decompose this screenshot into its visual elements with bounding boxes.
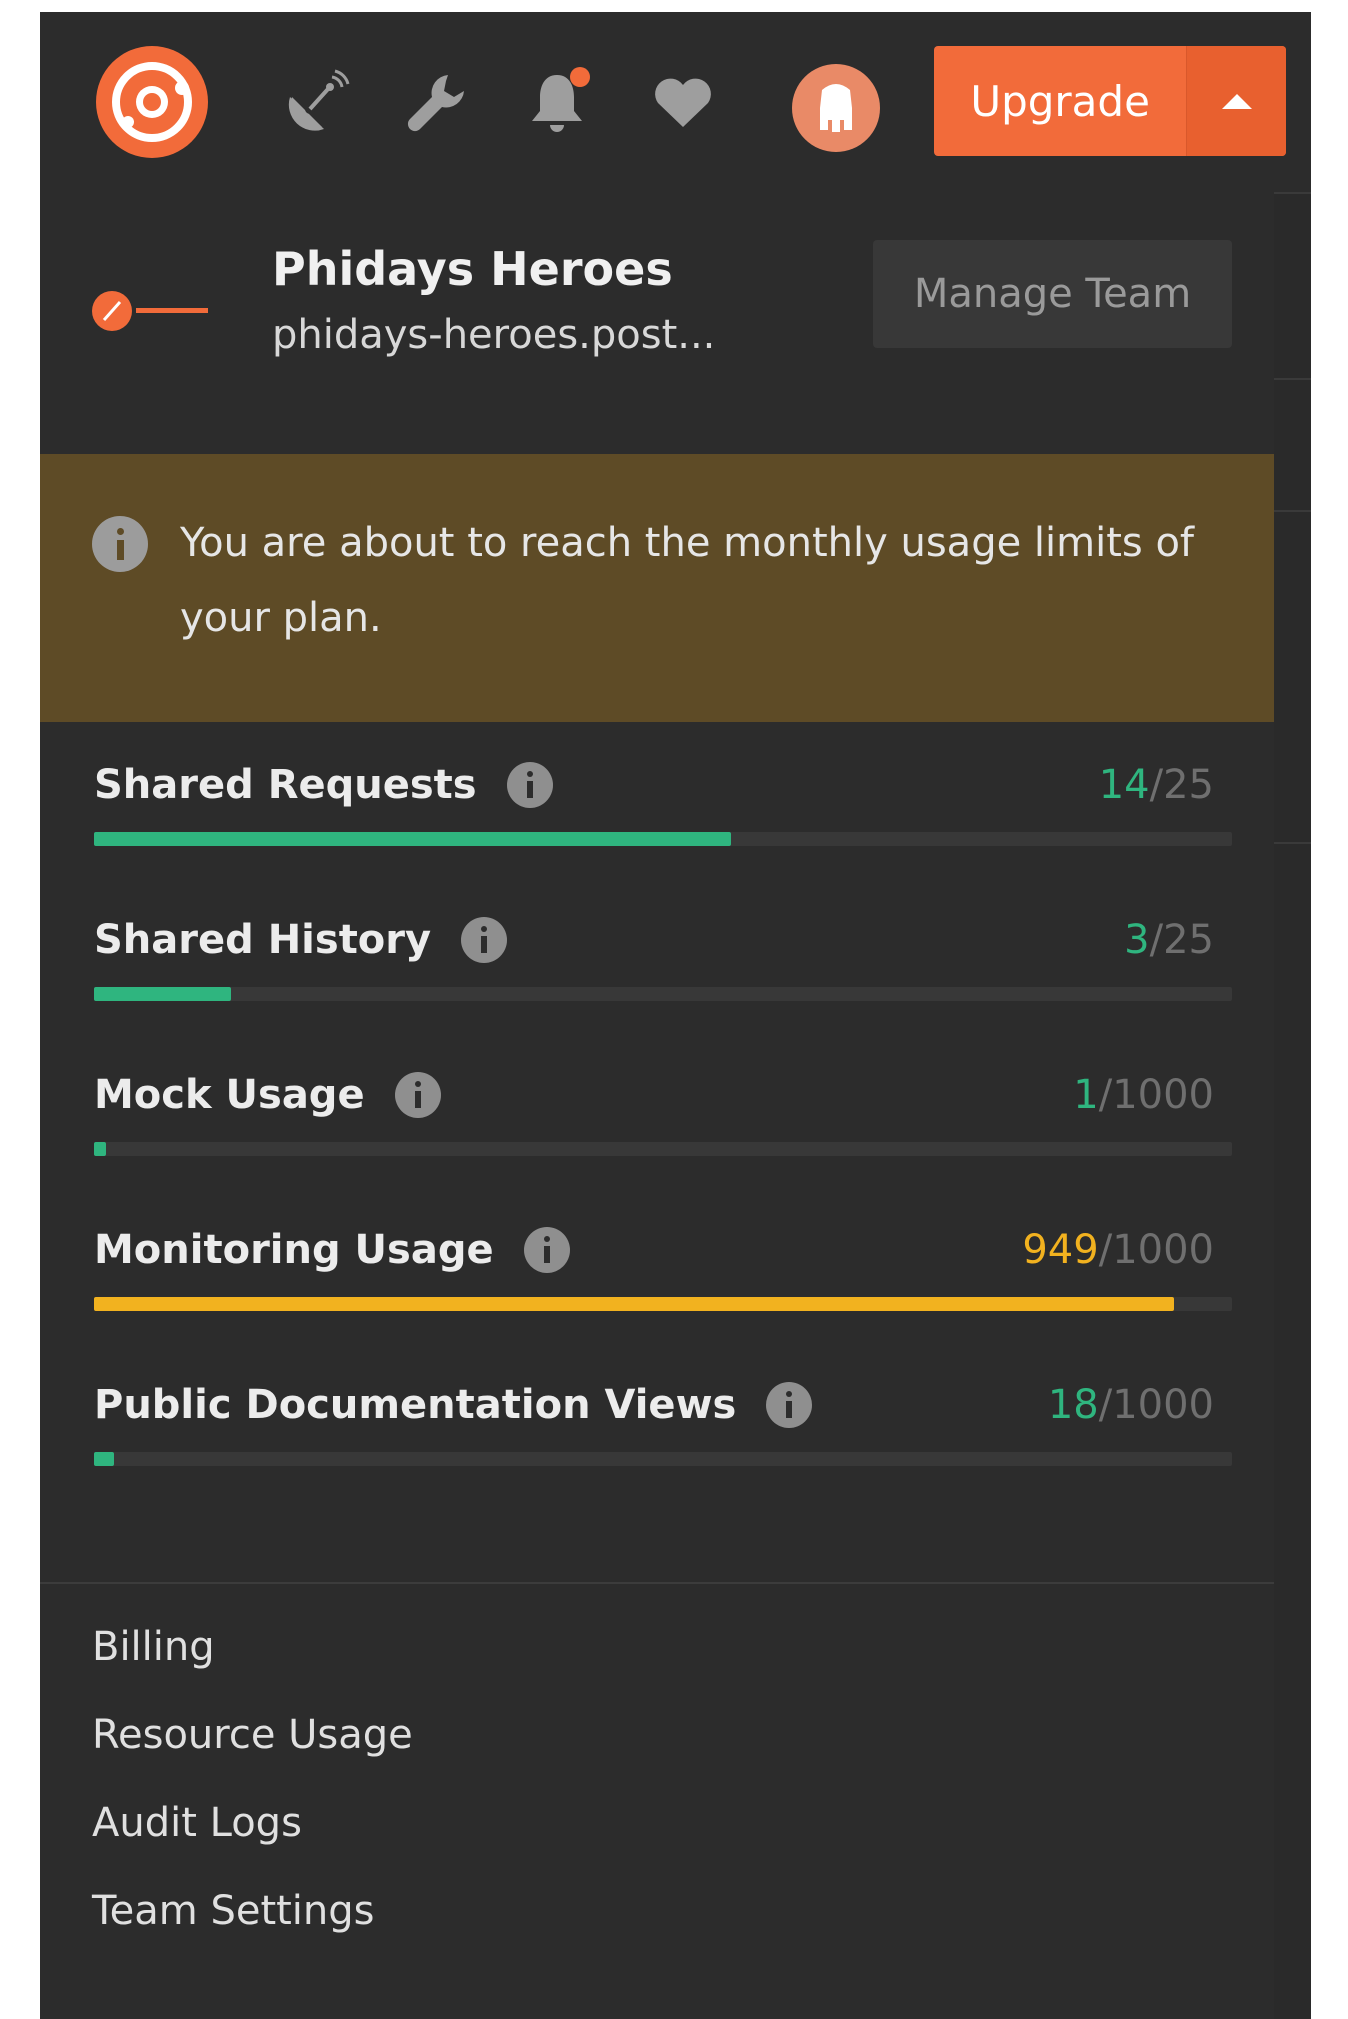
usage-used: 14 [1098, 762, 1150, 808]
usage-label: Public Documentation Views [94, 1382, 813, 1428]
team-header: Phidays Heroes phidays-heroes.post... Ma… [40, 182, 1274, 454]
postman-app-window: Upgrade Phidays Heroes phidays-heroes.po… [40, 12, 1311, 2019]
usage-warning-banner: You are about to reach the monthly usage… [40, 454, 1274, 722]
usage-count: 14/25 [1099, 762, 1214, 808]
usage-count: 18/1000 [1048, 1382, 1214, 1428]
warning-text: You are about to reach the monthly usage… [180, 520, 1195, 641]
usage-row: Monitoring Usage 949/1000 [40, 1187, 1274, 1342]
header-toolbar: Upgrade [40, 12, 1311, 182]
usage-progress-track [94, 832, 1232, 846]
info-icon[interactable] [766, 1382, 813, 1428]
info-icon [92, 516, 148, 572]
usage-progress-fill [94, 1142, 106, 1156]
usage-progress-track [94, 987, 1232, 1001]
usage-limit: /1000 [1098, 1072, 1214, 1118]
menu-item-billing[interactable]: Billing [92, 1624, 215, 1670]
usage-used: 1 [1073, 1072, 1099, 1118]
satellite-icon[interactable] [280, 67, 350, 137]
menu-item-resource-usage[interactable]: Resource Usage [92, 1712, 413, 1758]
usage-limit: /25 [1149, 762, 1214, 808]
usage-label-text: Mock Usage [94, 1072, 365, 1118]
menu-item-team-settings[interactable]: Team Settings [92, 1888, 375, 1934]
usage-progress-track [94, 1452, 1232, 1466]
menu-item-audit-logs[interactable]: Audit Logs [92, 1800, 302, 1846]
usage-label-text: Public Documentation Views [94, 1382, 737, 1428]
info-icon[interactable] [461, 917, 508, 963]
usage-count: 949/1000 [1022, 1227, 1214, 1273]
usage-progress-fill [94, 1297, 1174, 1311]
wrench-icon[interactable] [402, 67, 472, 137]
usage-progress-fill [94, 1452, 115, 1466]
upgrade-button[interactable]: Upgrade [934, 46, 1286, 156]
usage-limit: /25 [1149, 917, 1214, 963]
usage-row: Shared History 3/25 [40, 877, 1274, 1032]
upgrade-label: Upgrade [970, 76, 1150, 126]
info-icon[interactable] [394, 1072, 441, 1118]
usage-count: 1/1000 [1073, 1072, 1214, 1118]
usage-label-text: Shared History [94, 917, 432, 963]
info-icon[interactable] [523, 1227, 570, 1273]
team-dropdown-panel: Phidays Heroes phidays-heroes.post... Ma… [40, 182, 1274, 2019]
usage-used: 18 [1047, 1382, 1099, 1428]
usage-used: 949 [1022, 1227, 1099, 1273]
usage-label: Shared History [94, 917, 508, 963]
postman-logo-icon[interactable] [96, 46, 208, 158]
caret-up-icon[interactable] [1186, 46, 1286, 156]
usage-limit: /1000 [1098, 1382, 1214, 1428]
usage-count: 3/25 [1124, 917, 1214, 963]
usage-row: Shared Requests 14/25 [40, 722, 1274, 877]
usage-label-text: Shared Requests [94, 762, 477, 808]
usage-label: Shared Requests [94, 762, 553, 808]
usage-row: Mock Usage 1/1000 [40, 1032, 1274, 1187]
usage-row: Public Documentation Views 18/1000 [40, 1342, 1274, 1497]
manage-team-button[interactable]: Manage Team [873, 240, 1232, 348]
notification-badge [570, 67, 590, 87]
usage-progress-track [94, 1297, 1232, 1311]
usage-limit: /1000 [1098, 1227, 1214, 1273]
usage-label: Monitoring Usage [94, 1227, 570, 1273]
info-icon[interactable] [506, 762, 553, 808]
user-avatar-icon[interactable] [792, 64, 880, 152]
usage-progress-fill [94, 832, 732, 846]
bell-icon[interactable] [522, 67, 592, 137]
usage-progress-track [94, 1142, 1232, 1156]
usage-progress-fill [94, 987, 231, 1001]
usage-label-text: Monitoring Usage [94, 1227, 494, 1273]
usage-used: 3 [1124, 917, 1150, 963]
team-name: Phidays Heroes [272, 242, 673, 296]
heart-icon[interactable] [648, 67, 718, 137]
team-url: phidays-heroes.post... [272, 312, 716, 358]
background-panel-edge [1272, 192, 1311, 2019]
menu-divider [40, 1582, 1274, 1584]
team-logo [90, 286, 210, 336]
usage-label: Mock Usage [94, 1072, 441, 1118]
